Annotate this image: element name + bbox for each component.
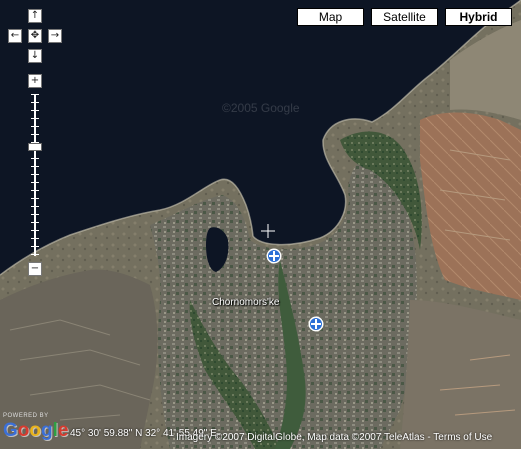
- zoom-tick: [31, 214, 39, 215]
- pan-right-icon[interactable]: →: [48, 29, 62, 43]
- powered-by-google-logo[interactable]: POWERED BY Google: [3, 413, 68, 445]
- zoom-tick: [31, 254, 39, 255]
- logo-letter: e: [57, 420, 69, 441]
- zoom-tick: [31, 102, 39, 103]
- zoom-tick: [31, 94, 39, 95]
- map-type-hybrid-button[interactable]: Hybrid: [445, 8, 512, 26]
- zoom-tick: [31, 158, 39, 159]
- logo-letter: g: [41, 420, 53, 441]
- map-type-satellite-button[interactable]: Satellite: [371, 8, 438, 26]
- place-label-chornomorske[interactable]: Chornomors'ke: [212, 297, 280, 308]
- pan-center-icon[interactable]: ✥: [28, 29, 42, 43]
- attribution: Imagery ©2007 DigitalGlobe, Map data ©20…: [176, 432, 492, 443]
- zoom-tick: [31, 126, 39, 127]
- zoom-tick: [31, 230, 39, 231]
- pan-down-icon[interactable]: ↓: [28, 49, 42, 63]
- zoom-tick: [31, 246, 39, 247]
- terms-of-use-link[interactable]: Terms of Use: [433, 432, 492, 443]
- zoom-tick: [31, 174, 39, 175]
- zoom-slider-track[interactable]: [31, 94, 39, 256]
- zoom-tick: [31, 134, 39, 135]
- zoom-tick: [31, 222, 39, 223]
- powered-by-text: POWERED BY: [3, 413, 49, 419]
- logo-letter: G: [3, 420, 18, 441]
- imagery-watermark: ©2005 Google: [222, 101, 300, 115]
- zoom-tick: [31, 118, 39, 119]
- zoom-tick: [31, 206, 39, 207]
- zoom-in-icon[interactable]: +: [28, 74, 42, 88]
- zoom-tick: [31, 198, 39, 199]
- logo-letter: o: [17, 420, 30, 441]
- crosshair-icon: [261, 224, 275, 238]
- logo-letter: o: [29, 420, 41, 441]
- attribution-text: Imagery ©2007 DigitalGlobe, Map data ©20…: [176, 432, 434, 443]
- pan-left-icon[interactable]: ←: [8, 29, 22, 43]
- zoom-tick: [31, 190, 39, 191]
- zoom-out-icon[interactable]: −: [28, 262, 42, 276]
- zoom-tick: [31, 182, 39, 183]
- zoom-tick: [31, 166, 39, 167]
- map-marker-icon[interactable]: [266, 248, 282, 264]
- zoom-slider-handle[interactable]: [28, 143, 42, 151]
- zoom-tick: [31, 110, 39, 111]
- map-marker-icon[interactable]: [308, 316, 324, 332]
- pan-up-icon[interactable]: ↑: [28, 9, 42, 23]
- google-logo: Google: [3, 420, 68, 442]
- map-type-map-button[interactable]: Map: [297, 8, 364, 26]
- zoom-tick: [31, 238, 39, 239]
- map-viewport[interactable]: ©2005 Google ↑ ← ✥ → ↓ + − Map Satellite…: [0, 0, 521, 449]
